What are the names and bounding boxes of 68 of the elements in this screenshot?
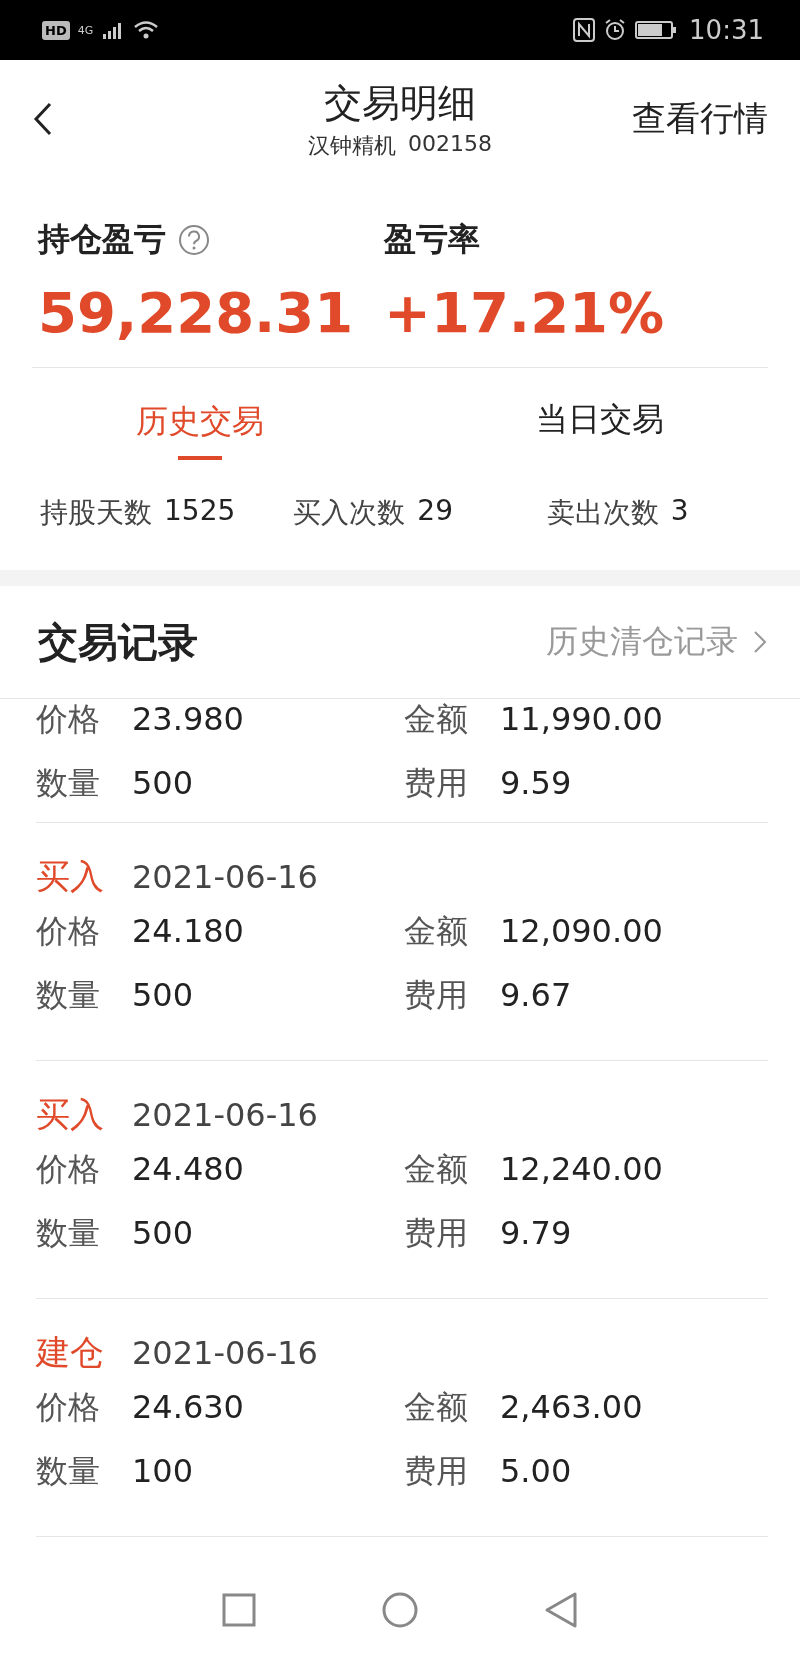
stat-value: 1525	[164, 494, 236, 529]
stat-label: 持股天数	[40, 495, 152, 531]
stat-value: 3	[670, 494, 689, 529]
trade-type: 买入	[36, 855, 104, 898]
network-label: 4G	[77, 23, 94, 37]
hd-badge: HD	[42, 20, 70, 40]
recents-icon[interactable]	[221, 1592, 257, 1628]
field-value: 23.980	[132, 699, 244, 739]
wifi-icon	[133, 20, 160, 40]
field-label: 费用	[404, 1213, 468, 1253]
field-value: 500	[132, 975, 194, 1015]
field-value: 500	[132, 763, 194, 803]
field-value: 12,240.00	[500, 1149, 663, 1189]
field-label: 费用	[404, 1451, 468, 1491]
stat-label: 买入次数	[293, 495, 406, 531]
summary-label: 持仓盈亏	[38, 219, 166, 260]
field-value: 2,463.00	[500, 1387, 643, 1427]
field-label: 数量	[36, 1213, 100, 1253]
field-value: 500	[132, 1213, 194, 1253]
field-label: 价格	[36, 699, 100, 739]
help-icon[interactable]	[178, 224, 210, 256]
field-label: 金额	[404, 699, 468, 739]
back-nav-icon[interactable]	[543, 1591, 579, 1629]
field-value: 9.79	[500, 1213, 572, 1253]
field-label: 费用	[404, 763, 468, 803]
stock-code: 002158	[408, 130, 492, 158]
view-quote-link[interactable]: 查看行情	[632, 96, 768, 142]
field-value: 100	[132, 1451, 194, 1491]
nfc-icon	[573, 18, 596, 42]
home-icon[interactable]	[381, 1591, 419, 1629]
field-value: 9.67	[500, 975, 572, 1015]
summary-value: 59,228.31	[38, 280, 355, 345]
field-value: 9.59	[500, 763, 572, 803]
tab[interactable]: 历史交易	[0, 374, 400, 470]
field-label: 价格	[36, 1387, 100, 1427]
summary-label: 盈亏率	[384, 219, 480, 260]
back-button[interactable]	[32, 101, 54, 137]
trade-type: 建仓	[36, 1331, 104, 1374]
field-value: 24.630	[132, 1387, 244, 1427]
field-value: 24.180	[132, 911, 244, 951]
battery-icon	[635, 20, 678, 40]
field-label: 金额	[404, 911, 468, 951]
field-value: 11,990.00	[500, 699, 663, 739]
back-icon	[32, 101, 54, 137]
field-label: 金额	[404, 1149, 468, 1189]
stat-label: 卖出次数	[546, 495, 659, 531]
chevron-right-icon	[752, 629, 768, 655]
field-label: 数量	[36, 763, 100, 803]
stat-value: 29	[417, 494, 453, 529]
stock-name: 汉钟精机	[308, 131, 396, 160]
clock: 10:31	[689, 15, 764, 45]
field-label: 费用	[404, 975, 468, 1015]
field-label: 数量	[36, 1451, 100, 1491]
page-title: 交易明细	[324, 79, 476, 127]
trade-date: 2021-06-16	[132, 1334, 318, 1372]
field-value: 5.00	[500, 1451, 572, 1491]
summary-value: +17.21%	[384, 280, 666, 345]
section-title: 交易记录	[38, 617, 198, 667]
field-label: 价格	[36, 1149, 100, 1189]
field-label: 金额	[404, 1387, 468, 1427]
tab[interactable]: 当日交易	[400, 374, 800, 470]
trade-date: 2021-06-16	[132, 858, 318, 896]
trade-date: 2021-06-16	[132, 1096, 318, 1134]
field-value: 24.480	[132, 1149, 244, 1189]
field-value: 12,090.00	[500, 911, 663, 951]
field-label: 价格	[36, 911, 100, 951]
field-label: 数量	[36, 975, 100, 1015]
trade-type: 买入	[36, 1093, 104, 1136]
